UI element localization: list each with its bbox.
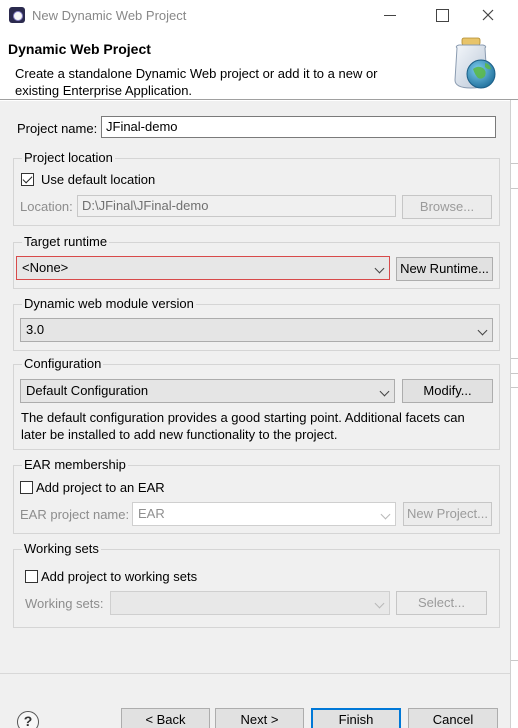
- working-sets-select[interactable]: [110, 591, 390, 615]
- working-sets-title: Working sets: [22, 541, 101, 556]
- chevron-down-icon: [380, 509, 391, 520]
- close-icon: [482, 9, 494, 21]
- module-version-title: Dynamic web module version: [22, 296, 196, 311]
- module-version-select[interactable]: 3.0: [20, 318, 493, 342]
- configuration-value: Default Configuration: [26, 383, 149, 398]
- target-runtime-value: <None>: [22, 260, 69, 275]
- modify-button[interactable]: Modify...: [402, 379, 493, 403]
- use-default-location-checkbox[interactable]: [21, 173, 34, 186]
- wizard-page: Project name: JFinal-demo Project locati…: [0, 101, 510, 728]
- target-runtime-select[interactable]: <None>: [16, 256, 390, 280]
- project-name-label: Project name:: [17, 121, 98, 136]
- project-location-title: Project location: [22, 150, 115, 165]
- title-bar: New Dynamic Web Project: [0, 0, 518, 32]
- cancel-button[interactable]: Cancel: [408, 708, 498, 728]
- add-to-working-sets-label: Add project to working sets: [41, 569, 198, 584]
- target-runtime-title: Target runtime: [22, 234, 110, 249]
- add-to-ear-checkbox[interactable]: [20, 481, 33, 494]
- chevron-down-icon: [477, 325, 488, 336]
- configuration-description: The default configuration provides a goo…: [21, 410, 465, 442]
- web-project-banner-icon: [454, 37, 496, 89]
- location-label: Location:: [20, 199, 73, 214]
- use-default-location-label: Use default location: [41, 172, 156, 187]
- window-title: New Dynamic Web Project: [32, 8, 187, 23]
- ear-project-name-value: EAR: [138, 506, 165, 521]
- location-input[interactable]: D:\JFinal\JFinal-demo: [77, 195, 396, 217]
- back-button[interactable]: < Back: [121, 708, 210, 728]
- working-sets-group: Working sets: [13, 541, 500, 628]
- chevron-down-icon: [374, 263, 385, 274]
- chevron-down-icon: [374, 598, 385, 609]
- close-button[interactable]: [476, 4, 500, 26]
- add-to-ear-label: Add project to an EAR: [36, 480, 165, 495]
- minimize-button[interactable]: [378, 4, 402, 26]
- wizard-description: Create a standalone Dynamic Web project …: [15, 66, 378, 98]
- footer-divider: [0, 673, 510, 674]
- maximize-button[interactable]: [430, 4, 454, 26]
- wizard-header: Dynamic Web Project Create a standalone …: [0, 32, 518, 100]
- background-window-edge: [510, 100, 518, 728]
- add-to-working-sets-checkbox[interactable]: [25, 570, 38, 583]
- module-version-value: 3.0: [26, 322, 45, 337]
- ear-project-name-label: EAR project name:: [20, 507, 130, 522]
- configuration-title: Configuration: [22, 356, 104, 371]
- ear-membership-title: EAR membership: [22, 457, 128, 472]
- browse-button[interactable]: Browse...: [402, 195, 492, 219]
- project-name-input[interactable]: JFinal-demo: [101, 116, 496, 138]
- wizard-title: Dynamic Web Project: [8, 41, 151, 57]
- eclipse-app-icon: [9, 7, 25, 23]
- configuration-select[interactable]: Default Configuration: [20, 379, 395, 403]
- new-runtime-button[interactable]: New Runtime...: [396, 257, 493, 281]
- finish-button[interactable]: Finish: [311, 708, 401, 728]
- next-button[interactable]: Next >: [215, 708, 304, 728]
- select-working-sets-button[interactable]: Select...: [396, 591, 487, 615]
- new-ear-project-button[interactable]: New Project...: [403, 502, 492, 526]
- working-sets-label: Working sets:: [25, 596, 104, 611]
- ear-project-name-select[interactable]: EAR: [132, 502, 396, 526]
- help-icon[interactable]: ?: [17, 711, 39, 728]
- chevron-down-icon: [379, 386, 390, 397]
